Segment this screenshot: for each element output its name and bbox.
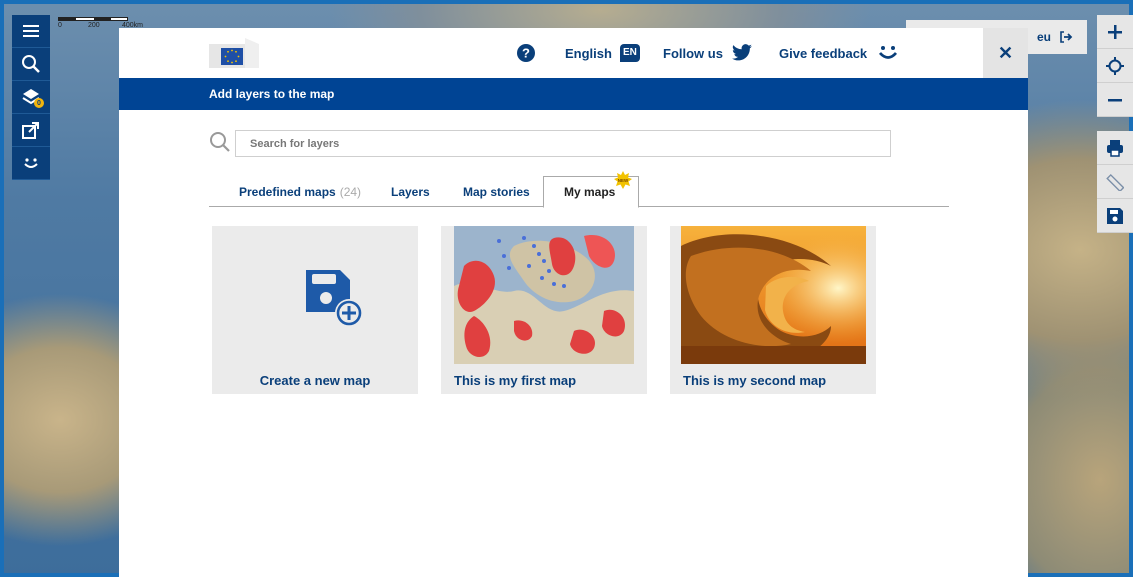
new-badge-text: NEW: [618, 178, 629, 183]
smile-icon: [24, 158, 38, 168]
help-button[interactable]: ?: [516, 28, 536, 78]
map-card-first-label: This is my first map: [454, 373, 577, 388]
modal-title: Add layers to the map: [209, 87, 335, 101]
search-icon: [22, 55, 40, 73]
scale-label-200: 200: [88, 22, 100, 29]
close-icon: ✕: [997, 42, 1014, 63]
ruler-icon: [1106, 173, 1124, 191]
follow-us-label: Follow us: [663, 45, 723, 61]
scale-bar-graphic: [58, 17, 128, 21]
map-card-second[interactable]: This is my second map: [670, 226, 876, 394]
save-button[interactable]: [1097, 199, 1133, 233]
save-add-icon: [306, 270, 363, 327]
close-modal-button[interactable]: ✕: [983, 28, 1028, 78]
language-selector[interactable]: English EN: [565, 28, 640, 78]
language-code-icon: EN: [619, 44, 640, 62]
give-feedback-label: Give feedback: [779, 45, 868, 61]
behind-panel-text: eu: [1036, 30, 1051, 44]
tab-layers[interactable]: Layers: [391, 176, 430, 207]
follow-us-link[interactable]: Follow us: [663, 28, 753, 78]
print-icon: [1107, 139, 1123, 157]
add-layers-modal: ? English EN Follow us Give feedback ✕ A…: [119, 28, 1028, 577]
tab-predefined-maps-label: Predefined maps: [239, 184, 336, 199]
tab-map-stories[interactable]: Map stories: [463, 176, 530, 207]
map-thumbnail-europe: [454, 226, 634, 364]
share-icon: [22, 122, 39, 139]
svg-text:?: ?: [522, 46, 530, 61]
layer-tabs: Predefined maps (24) Layers Map stories …: [209, 171, 949, 208]
map-card-second-label: This is my second map: [683, 373, 827, 388]
give-feedback-link[interactable]: Give feedback: [779, 28, 899, 78]
create-map-card[interactable]: Create a new map: [212, 226, 418, 394]
search-button[interactable]: [12, 48, 50, 81]
locate-button[interactable]: [1097, 49, 1133, 83]
modal-title-bar: Add layers to the map: [119, 78, 1028, 110]
smile-icon: [879, 46, 898, 59]
search-icon: [210, 132, 230, 152]
scale-label-0: 0: [58, 22, 62, 29]
create-map-label: Create a new map: [259, 373, 371, 388]
european-commission-logo[interactable]: [209, 38, 271, 68]
tab-map-stories-label: Map stories: [463, 184, 530, 199]
tab-predefined-maps[interactable]: Predefined maps (24): [239, 176, 361, 207]
plus-icon: [1108, 24, 1122, 39]
tab-layers-label: Layers: [391, 184, 430, 199]
map-thumbnail-wave: [681, 226, 866, 364]
logout-icon: [1060, 31, 1073, 43]
feedback-button[interactable]: [12, 147, 50, 180]
measure-button[interactable]: [1097, 165, 1133, 199]
menu-icon: [23, 25, 39, 37]
minus-icon: [1108, 98, 1122, 101]
map-card-first[interactable]: This is my first map: [441, 226, 647, 394]
crosshair-icon: [1106, 56, 1124, 75]
share-button[interactable]: [12, 114, 50, 147]
tab-my-maps[interactable]: My maps NEW: [543, 171, 639, 208]
toolbar-gap: [1097, 117, 1133, 131]
layers-button[interactable]: 0: [12, 81, 50, 114]
zoom-out-button[interactable]: [1097, 83, 1133, 117]
zoom-in-button[interactable]: [1097, 15, 1133, 49]
search-layers-input[interactable]: [235, 130, 891, 157]
help-icon: ?: [517, 44, 535, 62]
new-badge-icon: NEW: [614, 171, 632, 189]
tab-my-maps-label: My maps: [564, 185, 616, 199]
left-toolbar: 0: [12, 15, 50, 180]
save-icon: [1107, 207, 1123, 224]
right-toolbar: [1097, 15, 1133, 233]
print-button[interactable]: [1097, 131, 1133, 165]
language-label: English: [565, 45, 612, 61]
layer-search: [209, 128, 891, 158]
modal-header: ? English EN Follow us Give feedback ✕: [119, 28, 1028, 78]
menu-button[interactable]: [12, 15, 50, 48]
twitter-icon: [732, 44, 752, 61]
tab-predefined-maps-count: (24): [339, 184, 362, 199]
layers-count-badge: 0: [34, 98, 44, 108]
